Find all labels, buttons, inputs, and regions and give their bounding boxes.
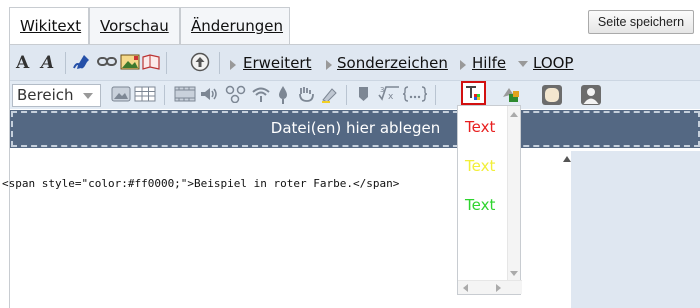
toolbar-separator — [65, 52, 66, 74]
dialog-icon[interactable] — [541, 84, 563, 106]
menu-expand-icon — [326, 60, 332, 70]
ellipsis-brace-icon[interactable] — [402, 85, 428, 103]
color-option-green[interactable]: Text — [465, 196, 495, 214]
tab-strip: Wikitext Vorschau Änderungen Seite speic… — [0, 0, 700, 46]
color-option-yellow[interactable]: Text — [465, 157, 495, 175]
toolbar-separator — [164, 85, 165, 105]
dropdown-arrow-icon — [518, 61, 528, 67]
tab-wikitext[interactable]: Wikitext — [9, 7, 89, 46]
chevron-down-icon — [83, 93, 93, 99]
media-icon[interactable] — [500, 85, 522, 105]
scroll-down-icon[interactable] — [510, 271, 518, 276]
tab-vorschau[interactable]: Vorschau — [89, 7, 180, 45]
editor-text-content[interactable]: <span style="color:#ff0000;">Beispiel in… — [2, 177, 399, 190]
scroll-up-arrow-icon[interactable] — [563, 156, 571, 162]
svg-text:x: x — [388, 92, 394, 102]
scroll-right-icon[interactable] — [496, 284, 501, 292]
menu-hilfe[interactable]: Hilfe — [472, 54, 506, 72]
save-page-button[interactable]: Seite speichern — [588, 10, 694, 34]
gallery-icon[interactable] — [141, 53, 161, 71]
video-icon[interactable] — [174, 86, 196, 102]
toolbar-separator — [346, 85, 347, 105]
svg-text:3: 3 — [380, 86, 384, 94]
menu-loop[interactable]: LOOP — [533, 54, 573, 72]
highlighter-icon[interactable] — [320, 85, 340, 103]
file-drop-zone[interactable]: Datei(en) hier ablegen — [10, 110, 700, 148]
toolbar-secondary: Bereich x 3 — [10, 80, 700, 109]
avatar-icon[interactable] — [580, 84, 602, 106]
table-icon[interactable] — [134, 86, 156, 102]
color-option-red[interactable]: Text — [465, 118, 495, 136]
scroll-up-icon[interactable] — [510, 112, 518, 117]
side-panel — [571, 151, 700, 308]
hand-icon[interactable] — [297, 85, 317, 103]
heading-select-value: Bereich — [17, 86, 74, 104]
reference-icon[interactable] — [356, 85, 372, 103]
audio-icon[interactable] — [199, 86, 219, 102]
text-color-button[interactable] — [461, 81, 486, 105]
signature-icon[interactable] — [71, 51, 93, 73]
image-icon[interactable] — [120, 53, 140, 71]
menu-erweitert[interactable]: Erweitert — [243, 54, 311, 72]
graph-icon[interactable] — [225, 85, 247, 103]
link-icon[interactable] — [97, 56, 117, 68]
formula-icon[interactable]: x 3 — [378, 85, 400, 103]
picture-icon[interactable] — [111, 86, 131, 102]
bold-button[interactable]: A — [16, 53, 29, 73]
text-color-icon — [466, 86, 480, 100]
menu-expand-icon — [230, 60, 236, 70]
toolbar-separator — [166, 52, 167, 74]
menu-sonderzeichen[interactable]: Sonderzeichen — [337, 54, 448, 72]
upload-icon[interactable] — [190, 52, 210, 72]
popup-vertical-scrollbar[interactable] — [507, 106, 520, 282]
wifi-icon[interactable] — [251, 85, 271, 103]
toolbar-separator — [219, 52, 220, 74]
scroll-left-icon[interactable] — [463, 284, 468, 292]
toolbar-separator — [435, 85, 436, 105]
italic-button[interactable]: A — [41, 53, 54, 73]
text-color-popup: Text Text Text — [457, 105, 522, 295]
menu-expand-icon — [460, 60, 466, 70]
toolbar-main: A A Erweitert Sonderzeichen Hilfe LOOP — [10, 44, 700, 80]
dropper-icon[interactable] — [276, 85, 290, 105]
wikitext-editor: A A Erweitert Sonderzeichen Hilfe LOOP B… — [2, 44, 700, 308]
heading-select[interactable]: Bereich — [12, 84, 101, 107]
tab-aenderungen[interactable]: Änderungen — [180, 7, 290, 45]
popup-horizontal-scrollbar[interactable] — [458, 280, 522, 294]
